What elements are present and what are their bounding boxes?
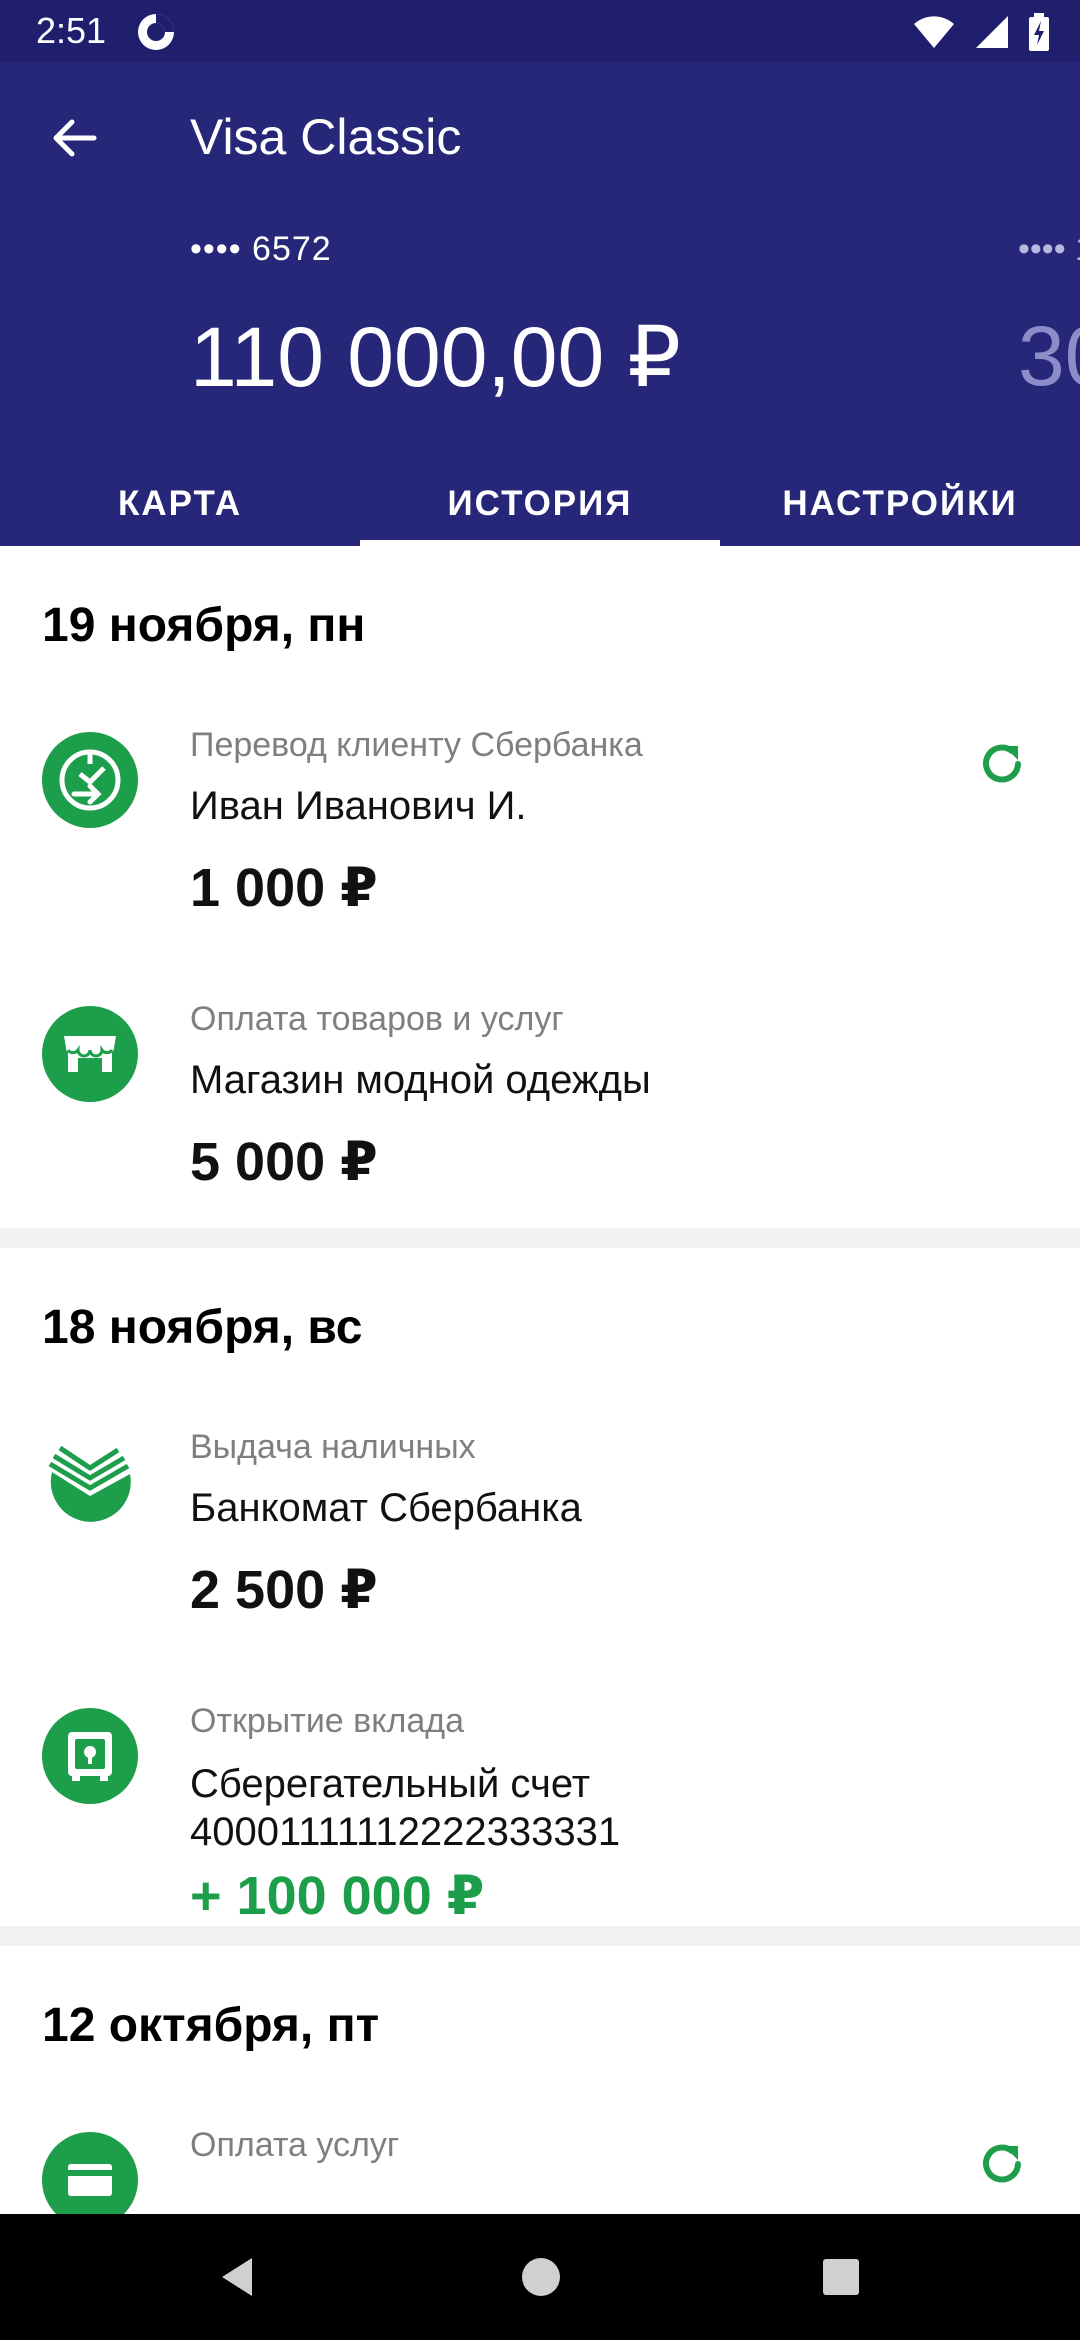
transaction-amount: 5 000 ₽ — [190, 1132, 378, 1192]
section-divider — [0, 1926, 1080, 1946]
transaction-type: Открытие вклада — [190, 1702, 464, 1740]
date-header: 12 октября, пт — [42, 1999, 380, 2052]
card-balance: 110 000,00 ₽ — [190, 310, 681, 404]
repeat-button[interactable] — [974, 736, 1030, 792]
account-name: Сберегательный счет — [190, 1762, 591, 1806]
transaction-type: Выдача наличных — [190, 1428, 476, 1466]
card-header: Visa Classic •••• 6572 •••• 1 110 000,00… — [0, 62, 1080, 546]
wifi-icon — [912, 14, 956, 50]
nav-back-button[interactable] — [214, 2252, 264, 2302]
history-section: 19 ноября, пн Перевод клиенту Сбербанка … — [0, 546, 1080, 1228]
repeat-icon — [983, 2144, 1021, 2183]
transaction-type: Перевод клиенту Сбербанка — [190, 726, 643, 764]
card-icon — [42, 2132, 138, 2214]
history-section: 18 ноября, вс Выдача наличных Банкомат С… — [0, 1248, 1080, 1926]
sberbank-logo-icon — [42, 1434, 138, 1530]
status-bar: 2:51 — [0, 0, 1080, 62]
triangle-back-icon — [222, 2258, 252, 2296]
transaction-item[interactable]: Оплата услуг — [0, 2080, 1080, 2214]
tab-bar: КАРТА ИСТОРИЯ НАСТРОЙКИ — [0, 462, 1080, 546]
transaction-amount: 2 500 ₽ — [190, 1560, 378, 1620]
transaction-name: Сберегательный счет 40001111112222333331 — [190, 1760, 620, 1856]
transaction-item[interactable]: Выдача наличных Банкомат Сбербанка 2 500… — [0, 1382, 1080, 1656]
date-header: 18 ноября, вс — [42, 1301, 363, 1354]
page-title: Visa Classic — [190, 109, 462, 165]
card-number: •••• 6572 — [190, 230, 332, 268]
transaction-name: Иван Иванович И. — [190, 784, 527, 828]
nav-home-button[interactable] — [516, 2252, 566, 2302]
transaction-amount: + 100 000 ₽ — [190, 1866, 485, 1926]
repeat-icon — [983, 744, 1021, 783]
date-header: 19 ноября, пн — [42, 599, 366, 652]
section-divider — [0, 1228, 1080, 1248]
tab-settings[interactable]: НАСТРОЙКИ — [720, 462, 1080, 546]
transfer-icon — [42, 732, 138, 828]
account-number: 40001111112222333331 — [190, 1810, 621, 1854]
tab-card[interactable]: КАРТА — [0, 462, 360, 546]
status-time: 2:51 — [36, 10, 107, 51]
transaction-name: Банкомат Сбербанка — [190, 1486, 582, 1530]
safe-icon — [42, 1708, 138, 1804]
nav-recents-button[interactable] — [816, 2252, 866, 2302]
transaction-type: Оплата товаров и услуг — [190, 1000, 564, 1038]
next-card-balance[interactable]: 30 — [1018, 308, 1080, 405]
tab-history[interactable]: ИСТОРИЯ — [360, 462, 720, 546]
transaction-name: Магазин модной одежды — [190, 1058, 651, 1102]
transaction-item[interactable]: Оплата товаров и услуг Магазин модной од… — [0, 954, 1080, 1228]
repeat-button[interactable] — [974, 2136, 1030, 2192]
battery-icon — [1028, 13, 1050, 51]
back-button[interactable] — [44, 108, 104, 168]
circle-home-icon — [522, 2258, 560, 2296]
history-section: 12 октября, пт Оплата услуг — [0, 1946, 1080, 2214]
next-card-number[interactable]: •••• 1 — [1018, 230, 1080, 269]
store-icon — [42, 1006, 138, 1102]
transaction-type: Оплата услуг — [190, 2126, 400, 2164]
system-nav-bar — [0, 2214, 1080, 2340]
transaction-amount: 1 000 ₽ — [190, 858, 378, 918]
app-notification-icon — [136, 12, 176, 52]
signal-icon — [974, 14, 1010, 50]
transaction-item[interactable]: Открытие вклада Сберегательный счет 4000… — [0, 1656, 1080, 1926]
square-recents-icon — [823, 2259, 859, 2295]
transaction-item[interactable]: Перевод клиенту Сбербанка Иван Иванович … — [0, 680, 1080, 954]
arrow-back-icon — [53, 119, 97, 157]
history-list[interactable]: 19 ноября, пн Перевод клиенту Сбербанка … — [0, 546, 1080, 2214]
